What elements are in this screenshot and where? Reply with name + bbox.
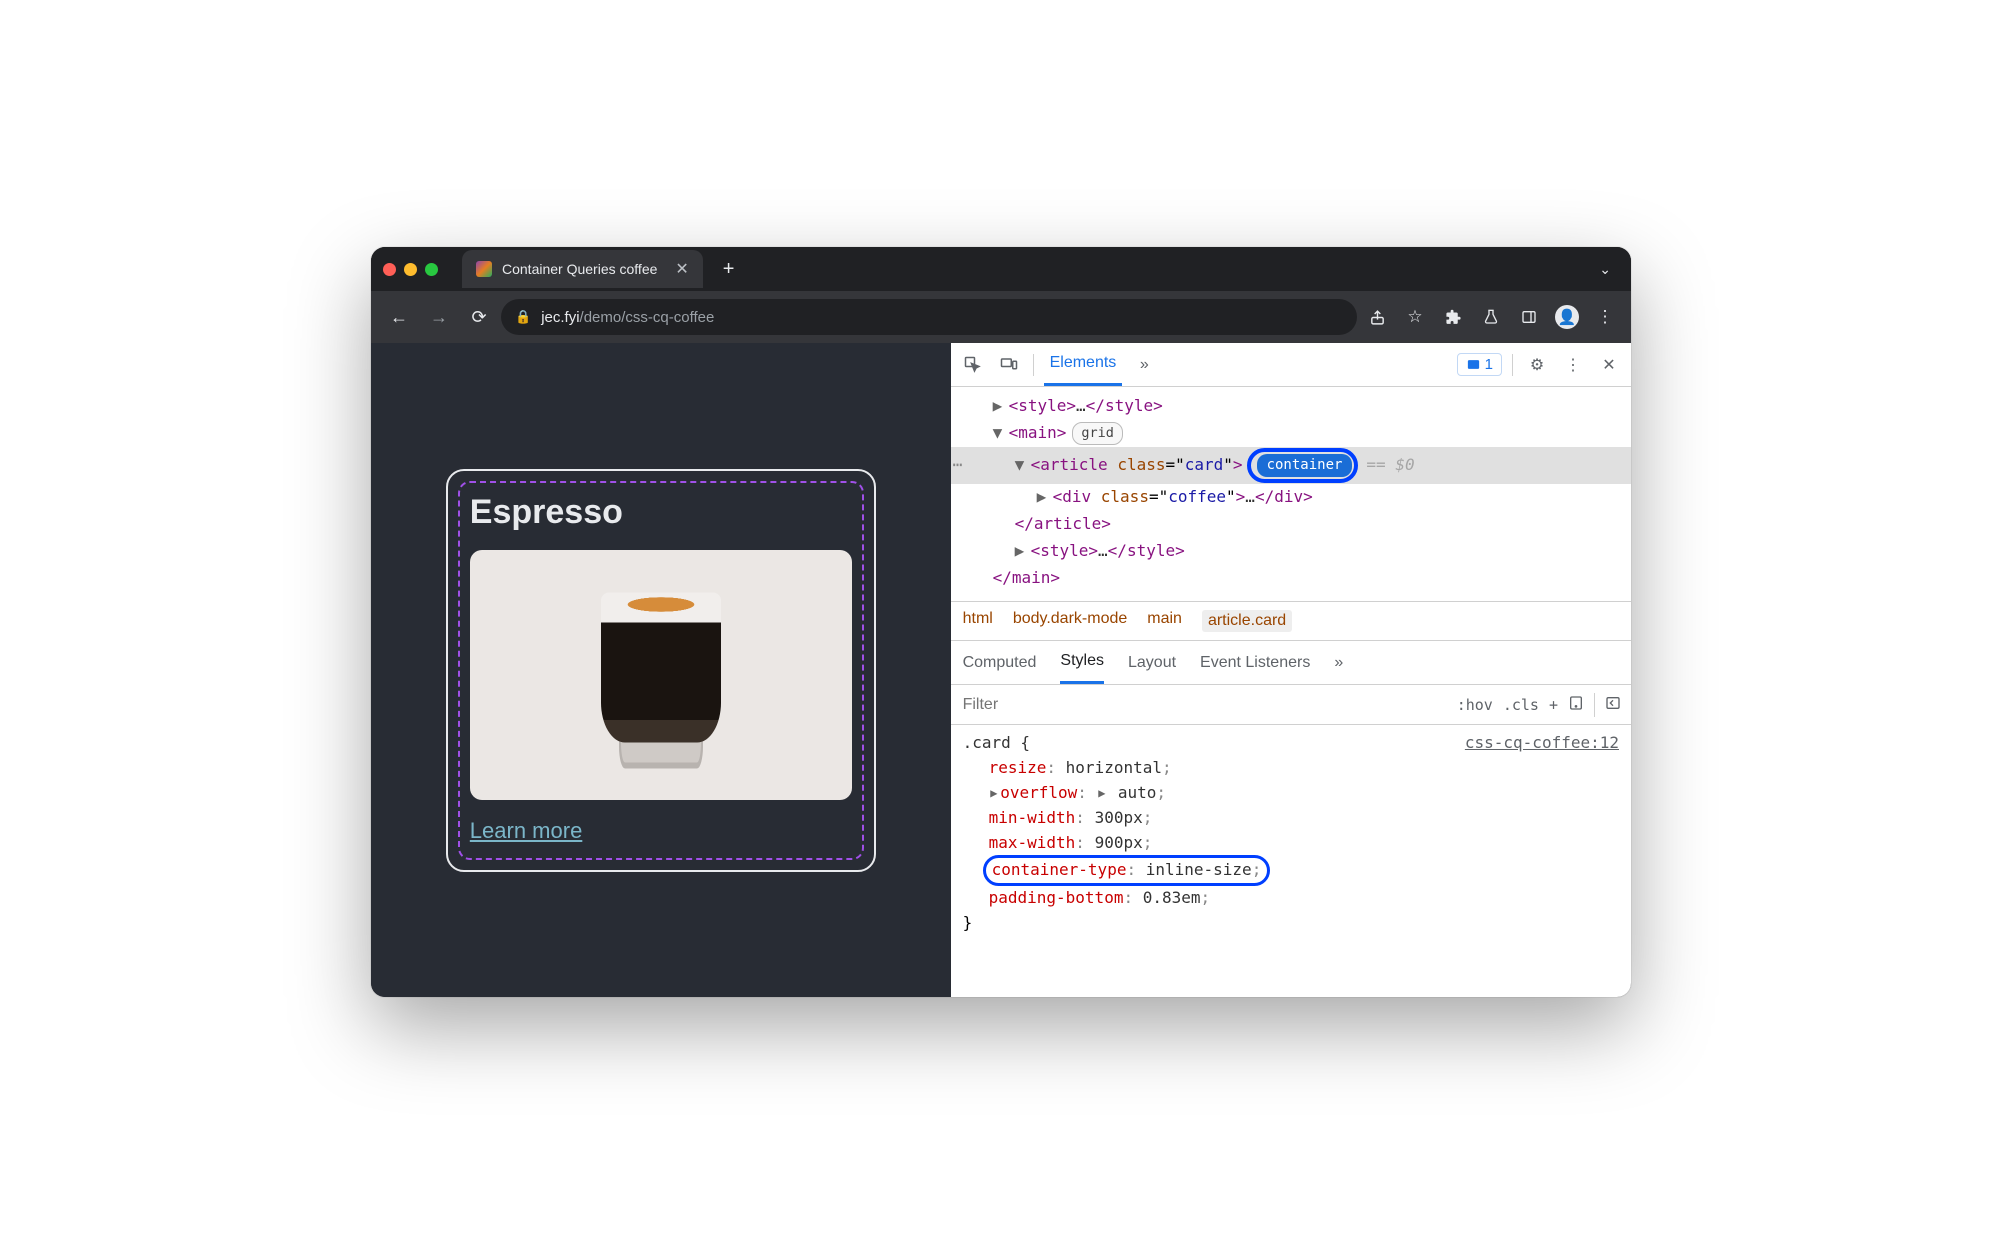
computed-sidebar-icon[interactable] (1605, 695, 1621, 715)
dom-tree[interactable]: ▶ <style>…</style> ▼ <main> grid ▼ <arti… (951, 387, 1631, 602)
issues-count: 1 (1485, 356, 1493, 373)
tab-strip: Container Queries coffee ✕ + ⌄ (371, 247, 1631, 291)
card[interactable]: Espresso Learn more (446, 469, 876, 872)
styles-rules[interactable]: css-cq-coffee:12 .card { resize: horizon… (951, 725, 1631, 941)
styles-filter-bar: :hov .cls + (951, 685, 1631, 725)
breadcrumb[interactable]: html body.dark-mode main article.card (951, 602, 1631, 641)
rule-source-link[interactable]: css-cq-coffee:12 (1465, 731, 1619, 756)
css-declaration[interactable]: padding-bottom: 0.83em; (963, 886, 1619, 911)
styles-filter-input[interactable] (951, 696, 1457, 714)
breadcrumb-html[interactable]: html (963, 610, 993, 632)
favicon-icon (476, 261, 492, 277)
settings-icon[interactable]: ⚙ (1523, 351, 1551, 379)
breadcrumb-main[interactable]: main (1147, 610, 1182, 632)
rule-close: } (963, 911, 1619, 936)
styles-tabs: Computed Styles Layout Event Listeners » (951, 641, 1631, 685)
close-devtools-icon[interactable]: ✕ (1595, 351, 1623, 379)
css-declaration[interactable]: max-width: 900px; (963, 831, 1619, 856)
devtools-menu-icon[interactable]: ⋮ (1559, 351, 1587, 379)
issues-badge[interactable]: 1 (1457, 353, 1502, 376)
css-declaration[interactable]: resize: horizontal; (963, 756, 1619, 781)
address-bar[interactable]: 🔒 jec.fyi/demo/css-cq-coffee (501, 299, 1357, 335)
inspect-icon[interactable] (959, 351, 987, 379)
extensions-icon[interactable] (1437, 301, 1469, 333)
reload-button[interactable]: ⟳ (461, 299, 497, 335)
dom-node-main-close[interactable]: </main> (951, 565, 1631, 592)
tabs-menu-icon[interactable]: ⌄ (1591, 261, 1619, 278)
content-area: Espresso Learn more Elements » (371, 343, 1631, 997)
more-styles-tabs-icon[interactable]: » (1334, 641, 1343, 684)
tab-layout[interactable]: Layout (1128, 641, 1176, 684)
css-declaration[interactable]: container-type: inline-size; (963, 855, 1619, 886)
cls-toggle[interactable]: .cls (1503, 696, 1539, 714)
card-title: Espresso (470, 493, 852, 532)
coffee-image (470, 550, 852, 800)
css-declaration[interactable]: min-width: 300px; (963, 806, 1619, 831)
console-ref: == $0 (1366, 453, 1414, 478)
css-declaration[interactable]: ▶overflow: ▶ auto; (963, 781, 1619, 806)
elements-tab[interactable]: Elements (1044, 343, 1123, 386)
menu-button[interactable]: ⋮ (1589, 301, 1621, 333)
more-tabs-icon[interactable]: » (1130, 351, 1158, 379)
device-toggle-icon[interactable] (995, 351, 1023, 379)
expand-icon[interactable]: ▶ (1037, 485, 1051, 510)
url-path: /demo/css-cq-coffee (580, 309, 715, 326)
expand-icon[interactable]: ▶ (993, 394, 1007, 419)
dom-node-style2[interactable]: ▶ <style>…</style> (951, 538, 1631, 565)
dom-node-article[interactable]: ▼ <article class="card"> container == $0 (951, 447, 1631, 485)
side-panel-icon[interactable] (1513, 301, 1545, 333)
avatar-icon: 👤 (1555, 305, 1579, 329)
hov-toggle[interactable]: :hov (1457, 696, 1493, 714)
new-style-rule-button[interactable]: + (1549, 696, 1558, 714)
new-tab-button[interactable]: + (713, 258, 745, 281)
bookmark-icon[interactable]: ☆ (1399, 301, 1431, 333)
container-badge[interactable]: container (1257, 454, 1353, 478)
dom-node-main[interactable]: ▼ <main> grid (951, 420, 1631, 447)
share-icon[interactable] (1361, 301, 1393, 333)
browser-toolbar: ← → ⟳ 🔒 jec.fyi/demo/css-cq-coffee ☆ 👤 (371, 291, 1631, 343)
back-button[interactable]: ← (381, 299, 417, 335)
tab-styles[interactable]: Styles (1060, 641, 1104, 684)
forward-button[interactable]: → (421, 299, 457, 335)
window-controls (383, 263, 438, 276)
grid-badge[interactable]: grid (1072, 422, 1123, 445)
browser-tab[interactable]: Container Queries coffee ✕ (462, 250, 703, 288)
device-rendering-icon[interactable] (1568, 695, 1584, 715)
tab-title: Container Queries coffee (502, 261, 657, 277)
breadcrumb-article[interactable]: article.card (1202, 610, 1292, 632)
lock-icon: 🔒 (515, 309, 531, 325)
toolbar-actions: ☆ 👤 ⋮ (1361, 301, 1621, 333)
rendered-page: Espresso Learn more (371, 343, 951, 997)
url-domain: jec.fyi (541, 309, 579, 326)
minimize-window-icon[interactable] (404, 263, 417, 276)
dom-node-article-close[interactable]: </article> (951, 511, 1631, 538)
collapse-icon[interactable]: ▼ (1015, 453, 1029, 478)
tab-event-listeners[interactable]: Event Listeners (1200, 641, 1310, 684)
labs-icon[interactable] (1475, 301, 1507, 333)
collapse-icon[interactable]: ▼ (993, 421, 1007, 446)
dom-node-style[interactable]: ▶ <style>…</style> (951, 393, 1631, 420)
browser-window: Container Queries coffee ✕ + ⌄ ← → ⟳ 🔒 j… (371, 247, 1631, 997)
profile-button[interactable]: 👤 (1551, 301, 1583, 333)
maximize-window-icon[interactable] (425, 263, 438, 276)
tab-computed[interactable]: Computed (963, 641, 1037, 684)
devtools-toolbar: Elements » 1 ⚙ ⋮ ✕ (951, 343, 1631, 387)
close-tab-icon[interactable]: ✕ (675, 259, 688, 279)
breadcrumb-body[interactable]: body.dark-mode (1013, 610, 1127, 632)
expand-icon[interactable]: ▶ (1015, 539, 1029, 564)
devtools-panel: Elements » 1 ⚙ ⋮ ✕ ▶ <style>…</style> (951, 343, 1631, 997)
container-badge-highlight: container (1247, 448, 1359, 484)
learn-more-link[interactable]: Learn more (470, 818, 583, 844)
close-window-icon[interactable] (383, 263, 396, 276)
dom-node-div[interactable]: ▶ <div class="coffee">…</div> (951, 484, 1631, 511)
